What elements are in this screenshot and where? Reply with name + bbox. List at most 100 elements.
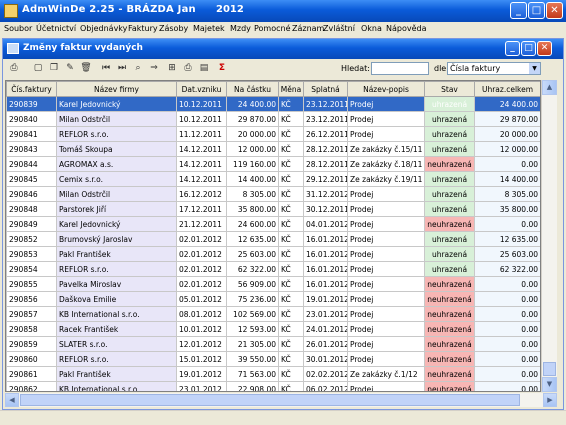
child-maximize-button[interactable]: □ bbox=[521, 41, 536, 56]
table-row[interactable]: 290843 Tomáš Skoupa 14.12.2011 12 000.00 KČ 2… bbox=[6, 141, 540, 157]
printer-icon[interactable]: ⎙ bbox=[181, 62, 195, 75]
col-header-number[interactable]: Čís.faktury bbox=[6, 81, 57, 97]
menu-objednavky[interactable]: Objednávky bbox=[80, 24, 127, 33]
maximize-button[interactable]: □ bbox=[528, 2, 545, 19]
search-by-select[interactable]: Čísla faktury ▼ bbox=[447, 62, 541, 75]
scroll-right-icon[interactable]: ▶ bbox=[543, 393, 557, 407]
table-row[interactable]: 290852 Brumovský Jaroslav 02.01.2012 12 635… bbox=[6, 231, 540, 247]
table-row[interactable]: 290857 KB International s.r.o. 08.01.2012 1… bbox=[6, 306, 540, 322]
cell-paid-total: 0.00 bbox=[474, 321, 540, 337]
scroll-left-icon[interactable]: ◀ bbox=[5, 393, 19, 407]
table-row[interactable]: 290861 Pakl František 19.01.2012 71 563.00 K… bbox=[6, 366, 540, 382]
cell-firm-name: AGROMAX a.s. bbox=[56, 156, 177, 172]
cell-paid-total: 0.00 bbox=[474, 291, 540, 307]
col-header-paid[interactable]: Uhraz.celkem bbox=[474, 81, 540, 97]
cell-due-date: 26.01.2012 bbox=[303, 336, 348, 352]
menu-napoveda[interactable]: Nápověda bbox=[386, 24, 427, 33]
print-icon[interactable]: ⎙ bbox=[7, 62, 21, 75]
scroll-thumb[interactable] bbox=[543, 362, 556, 376]
cell-description: Ze zakázky č.1/12 bbox=[347, 366, 425, 382]
table-row[interactable]: 290853 Pakl František 02.01.2012 25 603.00 K… bbox=[6, 246, 540, 262]
search-icon[interactable]: ⌕ bbox=[131, 62, 145, 75]
table-row[interactable]: 290849 Karel Jedovnický 21.12.2011 24 600.0… bbox=[6, 216, 540, 232]
col-header-description[interactable]: Název-popis bbox=[347, 81, 425, 97]
menu-soubor[interactable]: Soubor bbox=[4, 24, 32, 33]
hscroll-thumb[interactable] bbox=[20, 394, 520, 406]
preview-icon[interactable]: ▤ bbox=[197, 62, 211, 75]
scroll-up-icon[interactable]: ▲ bbox=[542, 80, 557, 95]
table-row[interactable]: 290859 SLATER s.r.o. 12.01.2012 21 305.00 KČ… bbox=[6, 336, 540, 352]
cell-amount: 56 909.00 bbox=[226, 276, 279, 292]
menu-zvlastni[interactable]: Zvláštní bbox=[323, 24, 355, 33]
table-row[interactable]: 290839 Karel Jedovnický 10.12.2011 24 400.0… bbox=[6, 96, 540, 112]
menu-okna[interactable]: Okna bbox=[361, 24, 382, 33]
chevron-down-icon[interactable]: ▼ bbox=[529, 63, 540, 74]
table-row[interactable]: 290858 Racek František 10.01.2012 12 593.00… bbox=[6, 321, 540, 337]
vertical-scrollbar[interactable]: ▲ ▼ bbox=[541, 80, 557, 392]
cell-due-date: 26.12.2011 bbox=[303, 126, 348, 142]
col-header-firm[interactable]: Název firmy bbox=[56, 81, 177, 97]
cell-date: 19.01.2012 bbox=[176, 366, 227, 382]
cell-description: Prodej bbox=[347, 96, 425, 112]
cell-firm-name: REFLOR s.r.o. bbox=[56, 351, 177, 367]
edit-icon[interactable]: ✎ bbox=[63, 62, 77, 75]
minimize-button[interactable]: _ bbox=[510, 2, 527, 19]
scroll-down-icon[interactable]: ▼ bbox=[542, 377, 557, 392]
col-header-due[interactable]: Splatná bbox=[303, 81, 348, 97]
cell-status: uhrazená bbox=[424, 186, 475, 202]
cell-firm-name: Racek František bbox=[56, 321, 177, 337]
last-record-icon[interactable]: ⏭ bbox=[115, 62, 129, 75]
cell-invoice-number: 290855 bbox=[6, 276, 57, 292]
toolbar: ⎙ ▢ ❐ ✎ 🗑 ⏮ ⏭ ⌕ ⇒ ⊞ ⎙ ▤ Σ Hledat: dle: Č… bbox=[3, 59, 563, 79]
cell-description: Prodej bbox=[347, 126, 425, 142]
cell-paid-total: 0.00 bbox=[474, 306, 540, 322]
col-header-currency[interactable]: Měna bbox=[278, 81, 304, 97]
table-row[interactable]: 290862 KB International s.r.o. 23.01.2012 2… bbox=[6, 381, 540, 391]
cell-status: uhrazená bbox=[424, 231, 475, 247]
cell-due-date: 23.12.2011 bbox=[303, 111, 348, 127]
copy-icon[interactable]: ❐ bbox=[47, 62, 61, 75]
col-header-date[interactable]: Dat.vzniku bbox=[176, 81, 227, 97]
sum-icon[interactable]: Σ bbox=[215, 62, 229, 75]
table-row[interactable]: 290855 Pavelka Miroslav 02.01.2012 56 909.0… bbox=[6, 276, 540, 292]
table-row[interactable]: 290840 Milan Odstrčil 10.12.2011 29 870.00 K… bbox=[6, 111, 540, 127]
child-title-bar: Změny faktur vydaných _ □ ✕ bbox=[3, 39, 563, 59]
table-row[interactable]: 290854 REFLOR s.r.o. 02.01.2012 62 322.00 KČ… bbox=[6, 261, 540, 277]
child-title: Změny faktur vydaných bbox=[23, 43, 143, 53]
menu-majetek[interactable]: Majetek bbox=[193, 24, 225, 33]
horizontal-scrollbar[interactable]: ◀ ▶ bbox=[5, 393, 557, 407]
menu-zasoby[interactable]: Zásoby bbox=[159, 24, 188, 33]
cell-currency: KČ bbox=[278, 201, 304, 217]
close-button[interactable]: ✕ bbox=[546, 2, 563, 19]
menu-ucetnictvi[interactable]: Účetnictví bbox=[36, 24, 76, 33]
search-input[interactable] bbox=[371, 62, 429, 75]
delete-icon[interactable]: 🗑 bbox=[79, 62, 93, 75]
new-document-icon[interactable]: ▢ bbox=[31, 62, 45, 75]
table-row[interactable]: 290848 Parstorek Jiří 17.12.2011 35 800.00 K… bbox=[6, 201, 540, 217]
grid-icon[interactable]: ⊞ bbox=[165, 62, 179, 75]
cell-paid-total: 0.00 bbox=[474, 156, 540, 172]
table-row[interactable]: 290860 REFLOR s.r.o. 15.01.2012 39 550.00 KČ… bbox=[6, 351, 540, 367]
menu-pomocne[interactable]: Pomocné bbox=[254, 24, 291, 33]
cell-status: neuhrazená bbox=[424, 321, 475, 337]
menu-mzdy[interactable]: Mzdy bbox=[230, 24, 251, 33]
child-close-button[interactable]: ✕ bbox=[537, 41, 552, 56]
col-header-amount[interactable]: Na částku bbox=[226, 81, 279, 97]
cell-status: uhrazená bbox=[424, 246, 475, 262]
table-row[interactable]: 290841 REFLOR s.r.o. 11.12.2011 20 000.00 KČ… bbox=[6, 126, 540, 142]
col-header-status[interactable]: Stav bbox=[424, 81, 475, 97]
app-year: 2012 bbox=[216, 4, 244, 15]
menu-zaznam[interactable]: Záznam bbox=[292, 24, 324, 33]
table-row[interactable]: 290846 Milan Odstrčil 16.12.2012 8 305.00 KČ… bbox=[6, 186, 540, 202]
cell-date: 10.12.2011 bbox=[176, 96, 227, 112]
app-title: AdmWinDe 2.25 - BRÁZDA Jan bbox=[22, 4, 196, 15]
table-row[interactable]: 290856 Daškova Emilie 05.01.2012 75 236.00 K… bbox=[6, 291, 540, 307]
child-minimize-button[interactable]: _ bbox=[505, 41, 520, 56]
cell-amount: 24 400.00 bbox=[226, 96, 279, 112]
menu-faktury[interactable]: Faktury bbox=[128, 24, 158, 33]
cell-date: 17.12.2011 bbox=[176, 201, 227, 217]
table-row[interactable]: 290845 Cemix s.r.o. 14.12.2011 14 400.00 KČ 2… bbox=[6, 171, 540, 187]
table-row[interactable]: 290844 AGROMAX a.s. 14.12.2011 119 160.00 KČ… bbox=[6, 156, 540, 172]
first-record-icon[interactable]: ⏮ bbox=[99, 62, 113, 75]
next-icon[interactable]: ⇒ bbox=[147, 62, 161, 75]
